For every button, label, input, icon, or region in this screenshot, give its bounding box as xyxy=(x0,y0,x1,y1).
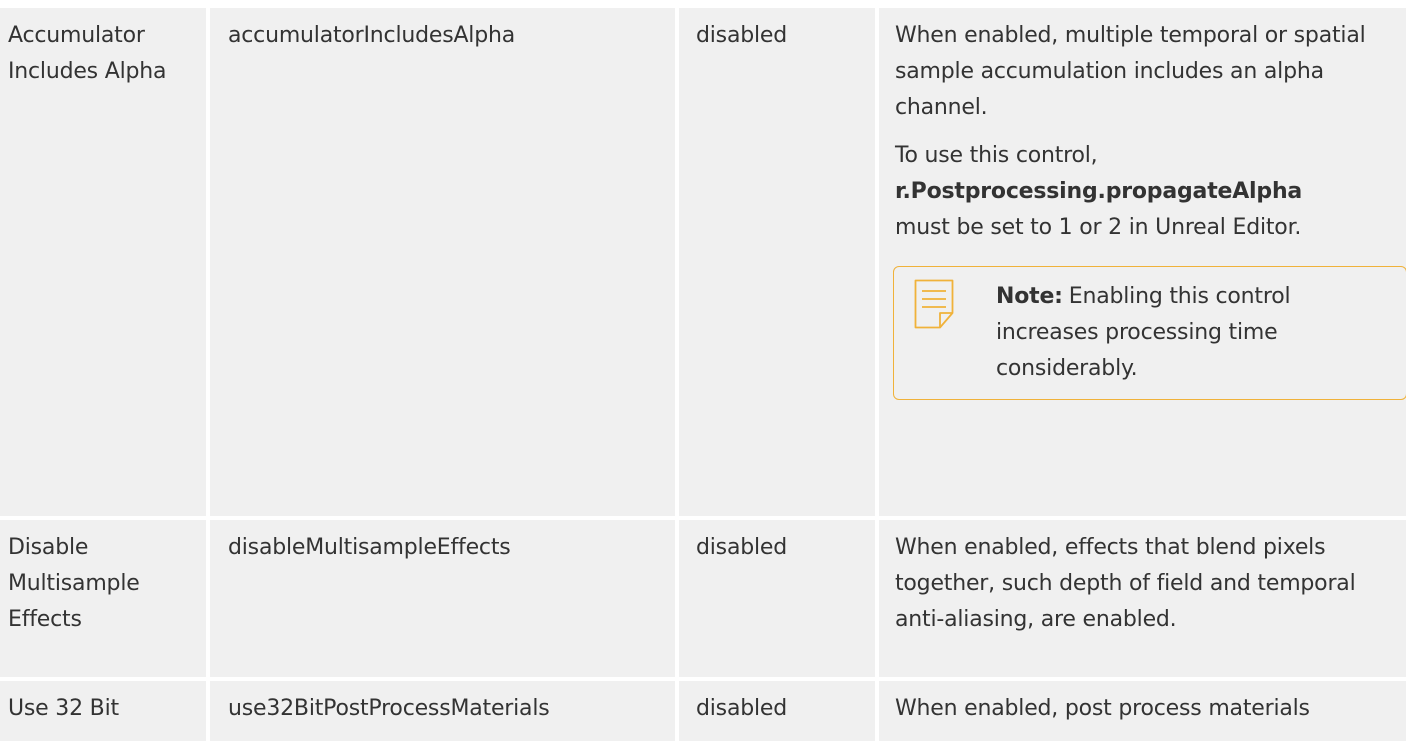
usage-prefix: To use this control, xyxy=(895,143,1098,168)
note-label: Note: xyxy=(996,284,1063,309)
setting-name: Accumulator Includes Alpha xyxy=(8,23,167,84)
usage-suffix: must be set to 1 or 2 in Unreal Editor. xyxy=(895,215,1302,240)
setting-description: When enabled, effects that blend pixels … xyxy=(895,535,1356,632)
table-cell-description: When enabled, multiple temporal or spati… xyxy=(879,8,1406,516)
setting-description: When enabled, post process materials xyxy=(895,696,1310,721)
note-body: Note: Enabling this control increases pro… xyxy=(996,279,1394,387)
table-cell-key: disableMultisampleEffects xyxy=(210,520,675,677)
table-cell-name: Disable Multisample Effects xyxy=(0,520,206,677)
table-cell-description: When enabled, effects that blend pixels … xyxy=(879,520,1406,677)
table-cell-name: Use 32 Bit xyxy=(0,681,206,741)
setting-key: accumulatorIncludesAlpha xyxy=(228,23,516,48)
setting-default: disabled xyxy=(696,23,787,48)
usage-code: r.Postprocessing.propagateAlpha xyxy=(895,179,1303,204)
note-callout: Note: Enabling this control increases pro… xyxy=(893,266,1406,400)
table-cell-default: disabled xyxy=(679,520,875,677)
setting-description: When enabled, multiple temporal or spati… xyxy=(895,23,1366,120)
note-icon xyxy=(914,279,954,329)
setting-name: Disable Multisample Effects xyxy=(8,535,140,632)
table-cell-key: accumulatorIncludesAlpha xyxy=(210,8,675,516)
setting-default: disabled xyxy=(696,696,787,721)
setting-default: disabled xyxy=(696,535,787,560)
table-cell-default: disabled xyxy=(679,8,875,516)
setting-key: disableMultisampleEffects xyxy=(228,535,511,560)
table-cell-key: use32BitPostProcessMaterials xyxy=(210,681,675,741)
table-cell-description: When enabled, post process materials xyxy=(879,681,1406,741)
table-cell-name: Accumulator Includes Alpha xyxy=(0,8,206,516)
table-cell-default: disabled xyxy=(679,681,875,741)
settings-table: Accumulator Includes Alpha accumulatorIn… xyxy=(0,0,1406,741)
usage-paragraph: To use this control, r.Postprocessing.pr… xyxy=(895,138,1394,246)
setting-name: Use 32 Bit xyxy=(8,696,119,721)
setting-key: use32BitPostProcessMaterials xyxy=(228,696,550,721)
